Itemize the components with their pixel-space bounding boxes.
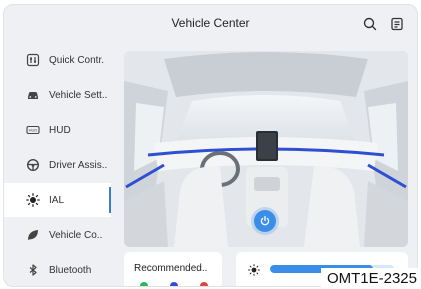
figure-code: OMT1E-2325 bbox=[320, 268, 421, 289]
sidebar-item-label: Vehicle Sett.. bbox=[49, 89, 108, 101]
recommended-label: Recommended.. bbox=[134, 263, 208, 274]
ambient-light-icon bbox=[26, 193, 40, 207]
sidebar-item-label: IAL bbox=[49, 194, 65, 206]
leaf-icon bbox=[26, 228, 40, 242]
sidebar-item-ial[interactable]: IAL bbox=[4, 183, 111, 217]
quick-control-icon bbox=[26, 53, 40, 67]
svg-text:HUD: HUD bbox=[29, 128, 38, 133]
sidebar-item-bluetooth[interactable]: Bluetooth bbox=[4, 253, 111, 286]
recommended-card[interactable]: Recommended.. bbox=[124, 252, 222, 286]
manual-icon[interactable] bbox=[389, 16, 405, 32]
app-window: Vehicle Center Quick Contr. Vehicle Sett… bbox=[3, 4, 418, 287]
active-indicator bbox=[109, 187, 111, 213]
sidebar-item-driver-assist[interactable]: Driver Assis.. bbox=[4, 148, 111, 182]
sidebar-item-vehicle-co[interactable]: Vehicle Co.. bbox=[4, 218, 111, 252]
header: Vehicle Center bbox=[4, 5, 417, 43]
search-icon[interactable] bbox=[362, 16, 378, 32]
sidebar-item-hud[interactable]: HUD HUD bbox=[4, 113, 111, 147]
sidebar-item-label: HUD bbox=[49, 124, 71, 136]
page-title: Vehicle Center bbox=[171, 16, 250, 30]
power-button[interactable] bbox=[254, 210, 276, 232]
sidebar: Quick Contr. Vehicle Sett.. HUD HUD Driv… bbox=[4, 43, 111, 286]
color-preset-red[interactable] bbox=[200, 282, 208, 286]
hud-icon: HUD bbox=[26, 123, 40, 137]
sidebar-item-label: Quick Contr. bbox=[49, 54, 105, 66]
color-preset-green[interactable] bbox=[140, 282, 148, 286]
sidebar-item-label: Vehicle Co.. bbox=[49, 229, 103, 241]
sidebar-item-label: Driver Assis.. bbox=[49, 159, 108, 171]
car-icon bbox=[26, 88, 40, 102]
brightness-icon bbox=[248, 264, 260, 276]
sidebar-item-quick-control[interactable]: Quick Contr. bbox=[4, 43, 111, 77]
color-preset-blue[interactable] bbox=[170, 282, 178, 286]
power-icon bbox=[260, 215, 270, 226]
sidebar-item-label: Bluetooth bbox=[49, 264, 92, 276]
bluetooth-icon bbox=[26, 263, 40, 277]
sidebar-item-vehicle-settings[interactable]: Vehicle Sett.. bbox=[4, 78, 111, 112]
steering-wheel-icon bbox=[26, 158, 40, 172]
